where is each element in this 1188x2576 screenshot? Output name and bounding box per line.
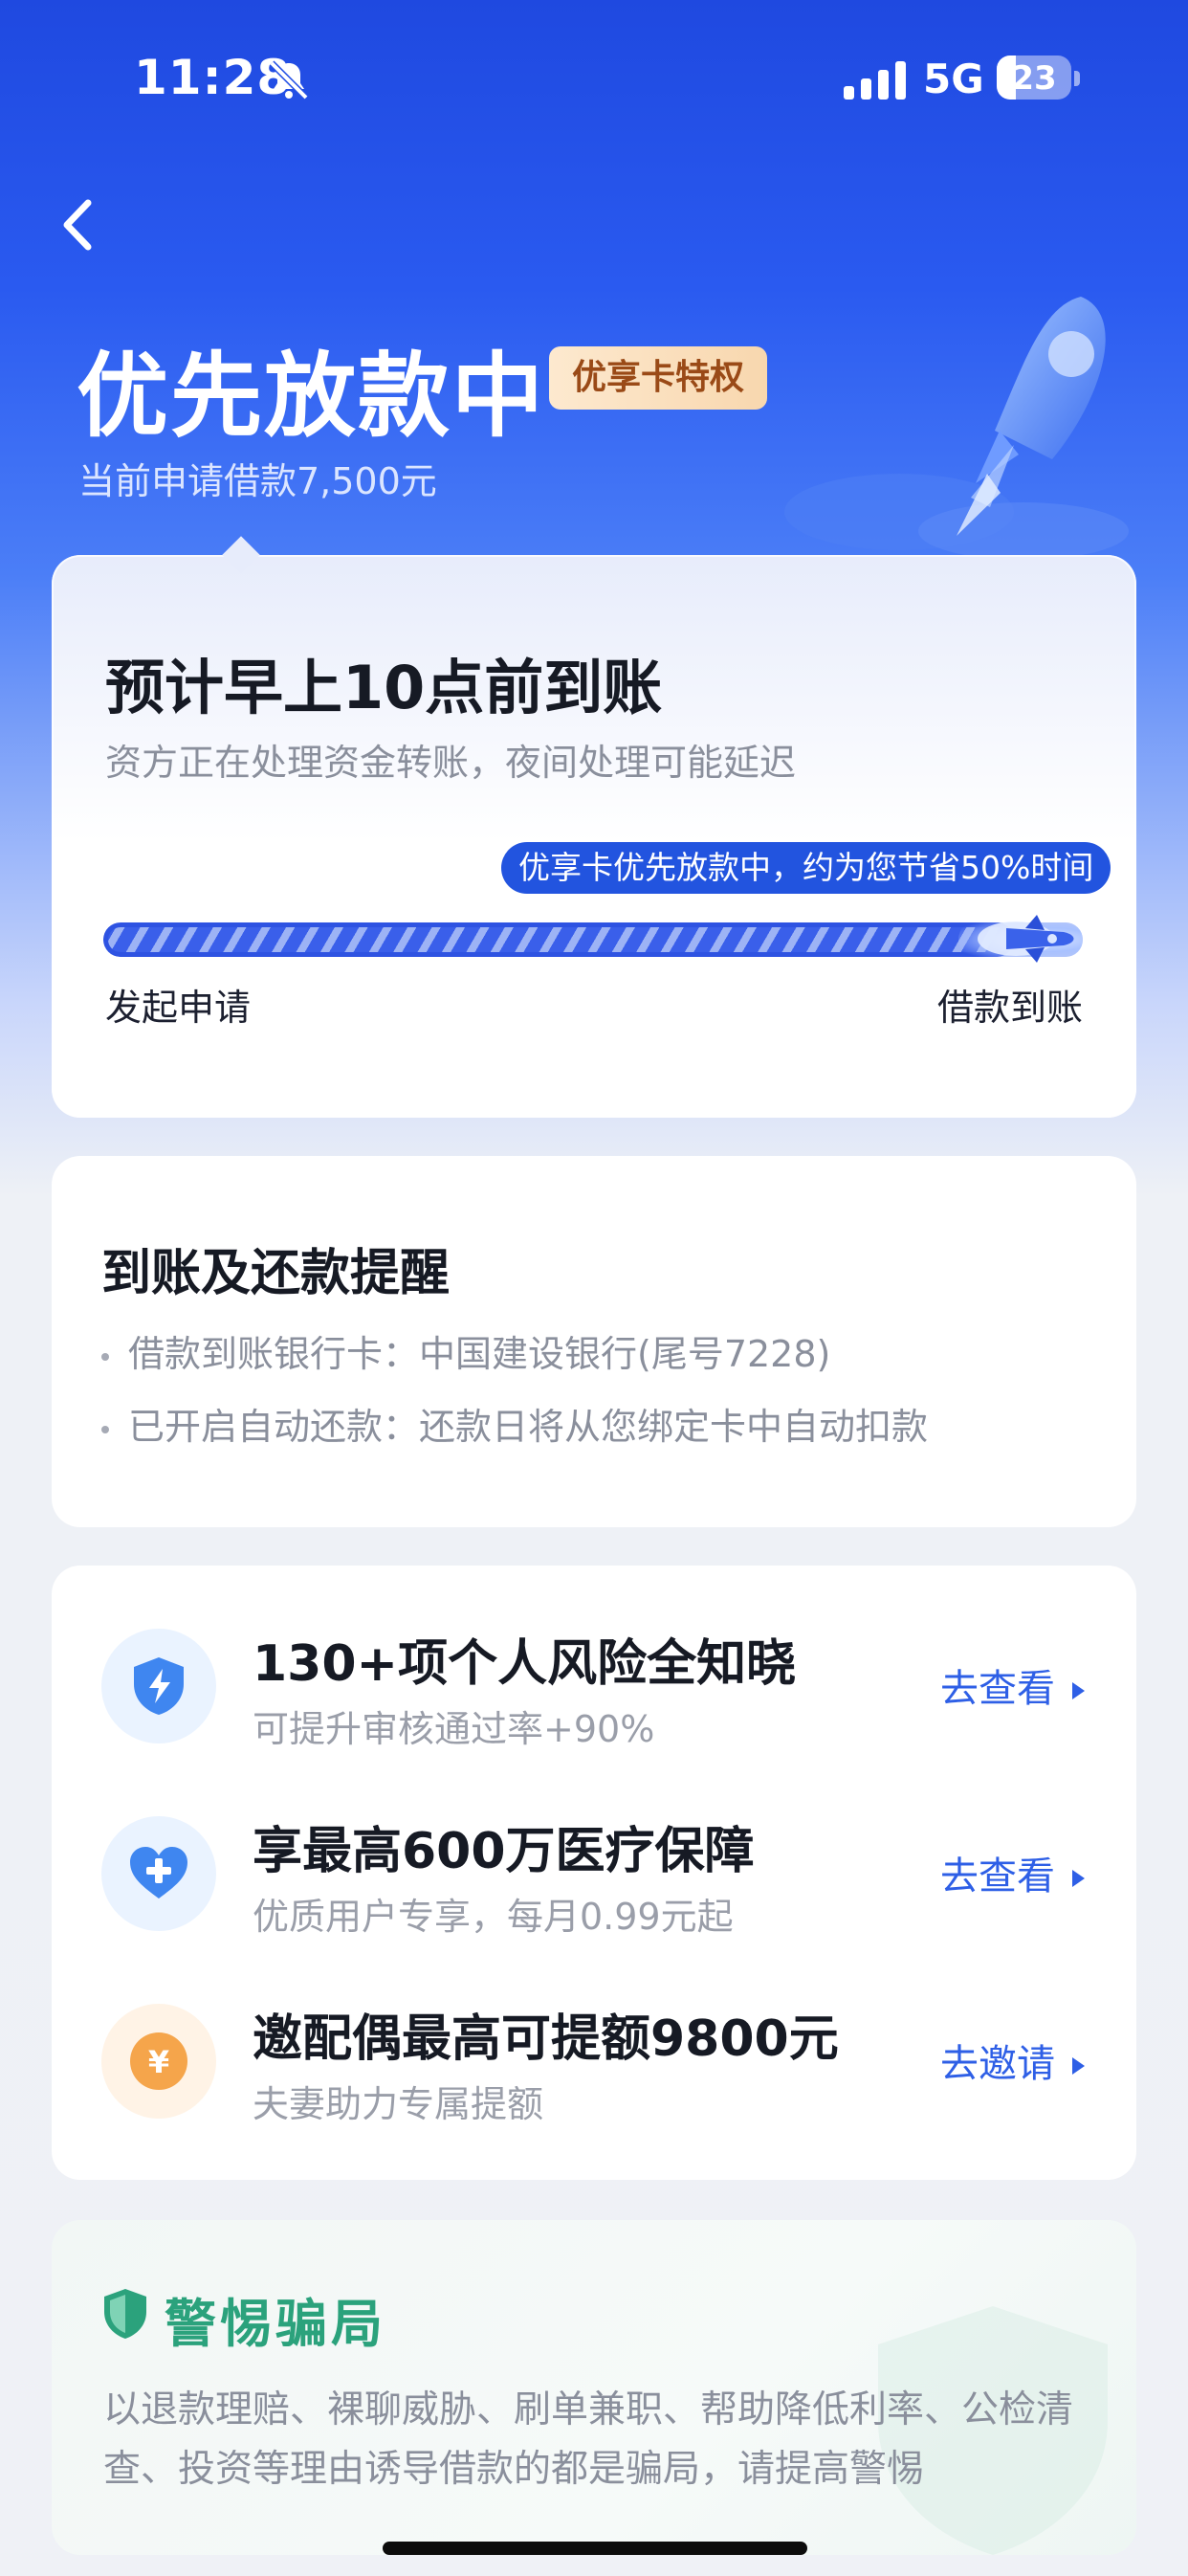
promo-subtitle: 可提升审核通过率+90% xyxy=(253,1708,655,1750)
warning-title: 警惕骗局 xyxy=(165,2294,386,2354)
reminder-item-text: 已开启自动还款：还款日将从您绑定卡中自动扣款 xyxy=(128,1406,929,1448)
view-risk-button[interactable]: 去查看 xyxy=(940,1657,1085,1713)
promotion-card: 130+项个人风险全知晓 可提升审核通过率+90% 去查看 享最高600万医疗保… xyxy=(52,1566,1136,2180)
play-triangle-icon xyxy=(1072,1682,1085,1699)
bell-slash-icon xyxy=(269,60,309,100)
promo-title: 享最高600万医疗保障 xyxy=(253,1823,755,1880)
page-title: 优先放款中 xyxy=(77,343,545,450)
promo-row-medical[interactable]: 享最高600万医疗保障 优质用户专享，每月0.99元起 去查看 xyxy=(52,1797,1136,1960)
loan-progress-fill xyxy=(103,922,1015,957)
arrival-eta: 预计早上10点前到账 xyxy=(105,653,663,722)
play-triangle-icon xyxy=(1072,2057,1085,2075)
promo-title: 邀配偶最高可提额9800元 xyxy=(253,2010,839,2068)
reminder-card: 到账及还款提醒 借款到账银行卡：中国建设银行(尾号7228) 已开启自动还款：还… xyxy=(52,1156,1136,1527)
promo-subtitle: 夫妻助力专属提额 xyxy=(253,2083,544,2125)
invite-spouse-button[interactable]: 去邀请 xyxy=(940,2032,1085,2088)
fraud-warning-card: 警惕骗局 以退款理赔、裸聊威胁、刷单兼职、帮助降低利率、公检清查、投资等理由诱导… xyxy=(52,2220,1136,2555)
battery-icon: 23 xyxy=(997,56,1080,103)
warning-text: 以退款理赔、裸聊威胁、刷单兼职、帮助降低利率、公检清查、投资等理由诱导借款的都是… xyxy=(103,2388,1074,2491)
progress-rocket-icon xyxy=(978,915,1074,963)
view-medical-button[interactable]: 去查看 xyxy=(940,1845,1085,1900)
heart-plus-icon xyxy=(101,1816,216,1931)
loan-status-card: 预计早上10点前到账 资方正在处理资金转账，夜间处理可能延迟 优享卡优先放款中，… xyxy=(52,536,1136,1118)
status-bar: 11:28 5G 23 xyxy=(0,0,1188,163)
battery-level: 23 xyxy=(1011,59,1057,98)
network-type: 5G xyxy=(923,56,984,102)
privilege-badge: 优享卡特权 xyxy=(549,346,768,410)
play-triangle-icon xyxy=(1072,1870,1085,1887)
reminder-item-bank-card: 借款到账银行卡：中国建设银行(尾号7228) xyxy=(101,1324,830,1377)
home-indicator[interactable] xyxy=(383,2542,807,2555)
yuan-coin-icon: ¥ xyxy=(101,2004,216,2119)
back-arrow-icon[interactable] xyxy=(50,191,107,258)
promo-row-risk-report[interactable]: 130+项个人风险全知晓 可提升审核通过率+90% 去查看 xyxy=(52,1610,1136,1772)
step-apply-label: 发起申请 xyxy=(105,987,252,1029)
cellular-signal-icon xyxy=(844,61,906,100)
loan-amount-subtitle: 当前申请借款7,500元 xyxy=(78,460,437,502)
promo-subtitle: 优质用户专享，每月0.99元起 xyxy=(253,1896,734,1938)
promo-row-invite-spouse[interactable]: ¥ 邀配偶最高可提额9800元 夫妻助力专属提额 去邀请 xyxy=(52,1985,1136,2147)
reminder-item-text: 借款到账银行卡：中国建设银行(尾号7228) xyxy=(128,1333,831,1375)
priority-tooltip: 优享卡优先放款中，约为您节省50%时间 xyxy=(501,842,1111,894)
reminder-item-auto-repay: 已开启自动还款：还款日将从您绑定卡中自动扣款 xyxy=(101,1397,928,1450)
rocket-illustration-icon xyxy=(784,297,1129,560)
reminder-title: 到账及还款提醒 xyxy=(101,1245,451,1302)
loan-progress-bar xyxy=(103,922,1083,957)
arrival-description: 资方正在处理资金转账，夜间处理可能延迟 xyxy=(105,742,797,784)
promo-title: 130+项个人风险全知晓 xyxy=(253,1635,797,1693)
svg-text:¥: ¥ xyxy=(148,2044,169,2080)
shield-lightning-icon xyxy=(101,1629,216,1743)
step-arrival-label: 借款到账 xyxy=(936,987,1083,1029)
shield-check-icon xyxy=(104,2289,146,2339)
